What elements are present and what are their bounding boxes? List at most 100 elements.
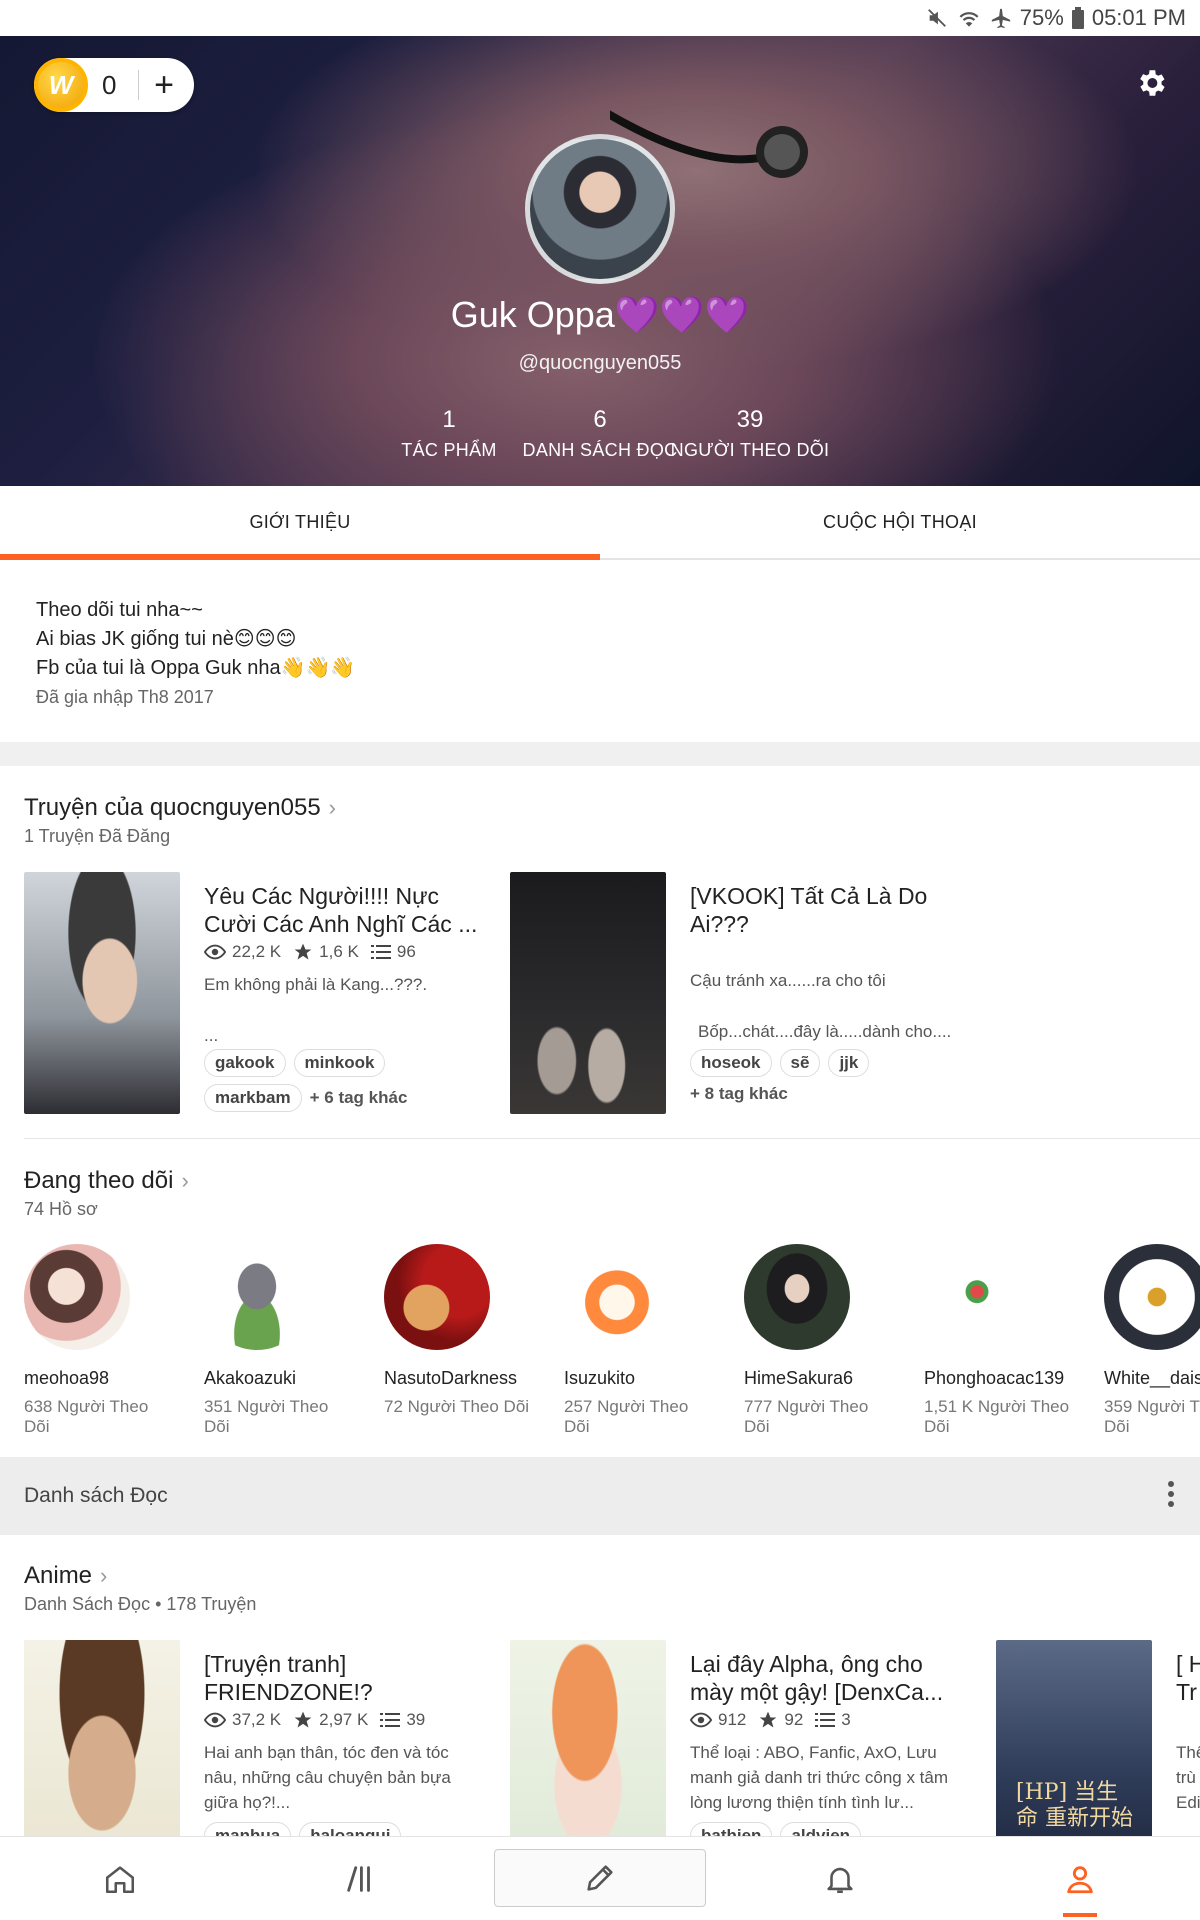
- coin-icon: W: [34, 58, 88, 112]
- story-card[interactable]: Lại đây Alpha, ông cho mày một gậy! [Den…: [510, 1640, 970, 1836]
- coin-count: 0: [102, 69, 117, 100]
- stories-section-header[interactable]: Truyện của quocnguyen055 ›: [24, 794, 336, 822]
- more-tags[interactable]: + 8 tag khác: [690, 1084, 788, 1104]
- battery-percent: 75%: [1019, 5, 1064, 30]
- story-stats: 912 92 3: [690, 1710, 851, 1730]
- stat-reading-lists[interactable]: 6 DANH SÁCH ĐỌC: [520, 406, 680, 461]
- followed-user[interactable]: White__dais 359 Người T Dõi: [1104, 1244, 1200, 1437]
- story-cover[interactable]: [HP] 当生命 重新开始: [996, 1640, 1152, 1836]
- avatar[interactable]: [24, 1244, 130, 1350]
- vote-count: 1,6 K: [319, 942, 359, 961]
- avatar[interactable]: [204, 1244, 310, 1350]
- username: HimeSakura6: [744, 1368, 854, 1388]
- story-tag[interactable]: haloangui: [299, 1822, 402, 1836]
- story-tags: manhua haloangui: [204, 1822, 402, 1836]
- clock: 05:01 PM: [1091, 5, 1186, 30]
- story-tag[interactable]: bathien: [690, 1822, 773, 1836]
- avatar[interactable]: [924, 1244, 1030, 1350]
- mute-icon: [926, 7, 948, 29]
- username: Akakoazuki: [204, 1368, 297, 1388]
- followed-user[interactable]: NasutoDarkness 72 Người Theo Dõi: [384, 1244, 534, 1417]
- story-card[interactable]: [Truyện tranh] FRIENDZONE!? 37,2 K 2,97 …: [24, 1640, 484, 1836]
- nav-notifications[interactable]: [780, 1837, 900, 1920]
- about-section: Theo dõi tui nha~~ Ai bias JK giống tui …: [36, 596, 1156, 712]
- nav-home[interactable]: [60, 1837, 180, 1920]
- airplane-icon: [990, 7, 1012, 29]
- tab-about[interactable]: GIỚI THIỆU: [0, 486, 600, 560]
- stat-works[interactable]: 1 TÁC PHẨM: [389, 406, 509, 461]
- followed-user[interactable]: Akakoazuki 351 Người Theo Dõi: [204, 1244, 354, 1437]
- reading-list-anime-header[interactable]: Anime ›: [24, 1562, 107, 1590]
- profile-header: W 0 + Guk Oppa💜💜💜 @quocnguyen055 1 TÁC P…: [0, 36, 1200, 486]
- story-description: Cậu tránh xa......ra cho tôi Bốp...chát.…: [690, 971, 952, 1041]
- followed-user[interactable]: meohoa98 638 Người Theo Dõi: [24, 1244, 174, 1437]
- avatar[interactable]: [1104, 1244, 1200, 1350]
- story-title[interactable]: Lại đây Alpha, ông cho mày một gậy! [Den…: [690, 1650, 966, 1706]
- vote-count: 2,97 K: [319, 1710, 369, 1729]
- story-title[interactable]: [ H Tr: [1176, 1650, 1200, 1706]
- story-tags: hoseok sẽ jjk: [690, 1049, 870, 1077]
- followed-user[interactable]: Isuzukito 257 Người Theo Dõi: [564, 1244, 714, 1437]
- read-count: 37,2 K: [232, 1710, 282, 1729]
- coin-balance-pill[interactable]: W 0 +: [34, 58, 194, 112]
- story-description: Thể loại : ABO, Fanfic, AxO, Lưu manh gi…: [690, 1743, 949, 1812]
- nav-browse[interactable]: [300, 1837, 420, 1920]
- avatar[interactable]: [384, 1244, 490, 1350]
- follower-count: 777 Người Theo Dõi: [744, 1397, 869, 1436]
- story-tags: bathien aldvien: [690, 1822, 862, 1836]
- story-tag[interactable]: hoseok: [690, 1049, 772, 1077]
- username: NasutoDarkness: [384, 1368, 518, 1388]
- eye-icon: [690, 1712, 712, 1728]
- settings-button[interactable]: [1134, 66, 1168, 105]
- story-tag[interactable]: minkook: [293, 1049, 386, 1077]
- story-tag[interactable]: jjk: [828, 1049, 870, 1077]
- story-tag[interactable]: manhua: [204, 1822, 292, 1836]
- list-icon: [370, 945, 391, 959]
- more-tags[interactable]: + 6 tag khác: [310, 1088, 408, 1108]
- following-section-header[interactable]: Đang theo dõi ›: [24, 1167, 189, 1195]
- story-description: Hai anh bạn thân, tóc đen và tóc nâu, nh…: [204, 1743, 451, 1812]
- buy-coins-button[interactable]: +: [139, 68, 189, 102]
- story-tag[interactable]: gakook: [204, 1049, 286, 1077]
- nav-write[interactable]: [494, 1849, 706, 1907]
- story-title[interactable]: Yêu Các Người!!!! Nực Cười Các Anh Nghĩ …: [204, 882, 480, 938]
- star-icon: [760, 1711, 777, 1728]
- followed-user[interactable]: Phonghoacac139 1,51 K Người Theo Dõi: [924, 1244, 1074, 1437]
- story-tag[interactable]: sẽ: [779, 1049, 821, 1077]
- story-cover[interactable]: [24, 872, 180, 1114]
- story-cover[interactable]: [510, 1640, 666, 1836]
- story-card[interactable]: Yêu Các Người!!!! Nực Cười Các Anh Nghĩ …: [24, 872, 484, 1117]
- story-card[interactable]: [VKOOK] Tất Cả Là Do Ai??? Cậu tránh xa.…: [510, 872, 970, 1117]
- story-card[interactable]: [HP] 当生命 重新开始 [ H Tr Thể trù Edi: [996, 1640, 1200, 1836]
- status-bar: 75% 05:01 PM: [0, 0, 1200, 36]
- story-title[interactable]: [VKOOK] Tất Cả Là Do Ai???: [690, 882, 966, 938]
- bell-icon: [827, 1867, 853, 1894]
- chevron-right-icon: ›: [181, 1168, 189, 1193]
- follower-count: 638 Người Theo Dõi: [24, 1397, 149, 1436]
- stories-count: 1 Truyện Đã Đăng: [24, 826, 171, 846]
- following-count: 74 Hồ sơ: [24, 1199, 98, 1219]
- story-stats: 22,2 K 1,6 K 96: [204, 942, 416, 962]
- part-count: 96: [396, 942, 416, 961]
- reading-lists-header: Danh sách Đọc: [0, 1457, 1200, 1535]
- story-description: Thể trù Edi: [1176, 1743, 1200, 1812]
- story-cover[interactable]: [24, 1640, 180, 1836]
- story-tag[interactable]: aldvien: [780, 1822, 862, 1836]
- tab-conversations[interactable]: CUỘC HỘI THOẠI: [600, 486, 1200, 558]
- nav-profile[interactable]: [1020, 1837, 1140, 1920]
- more-vert-icon[interactable]: [1166, 1480, 1176, 1513]
- story-description: Em không phải là Kang...???. ...: [204, 975, 428, 1045]
- follower-count: 257 Người Theo Dõi: [564, 1397, 689, 1436]
- story-title[interactable]: [Truyện tranh] FRIENDZONE!?: [204, 1650, 480, 1706]
- pencil-icon: [587, 1865, 613, 1891]
- avatar[interactable]: [744, 1244, 850, 1350]
- story-tag[interactable]: markbam: [204, 1084, 302, 1112]
- followed-user[interactable]: HimeSakura6 777 Người Theo Dõi: [744, 1244, 894, 1437]
- about-line: Ai bias JK giống tui nè😊😊😊: [36, 628, 297, 650]
- profile-avatar[interactable]: [525, 134, 675, 284]
- stat-followers[interactable]: 39 NGƯỜI THEO DÕI: [670, 406, 830, 461]
- follower-count: 72 Người Theo Dõi: [384, 1397, 530, 1416]
- story-cover[interactable]: [510, 872, 666, 1114]
- star-icon: [294, 1711, 312, 1728]
- avatar[interactable]: [564, 1244, 670, 1350]
